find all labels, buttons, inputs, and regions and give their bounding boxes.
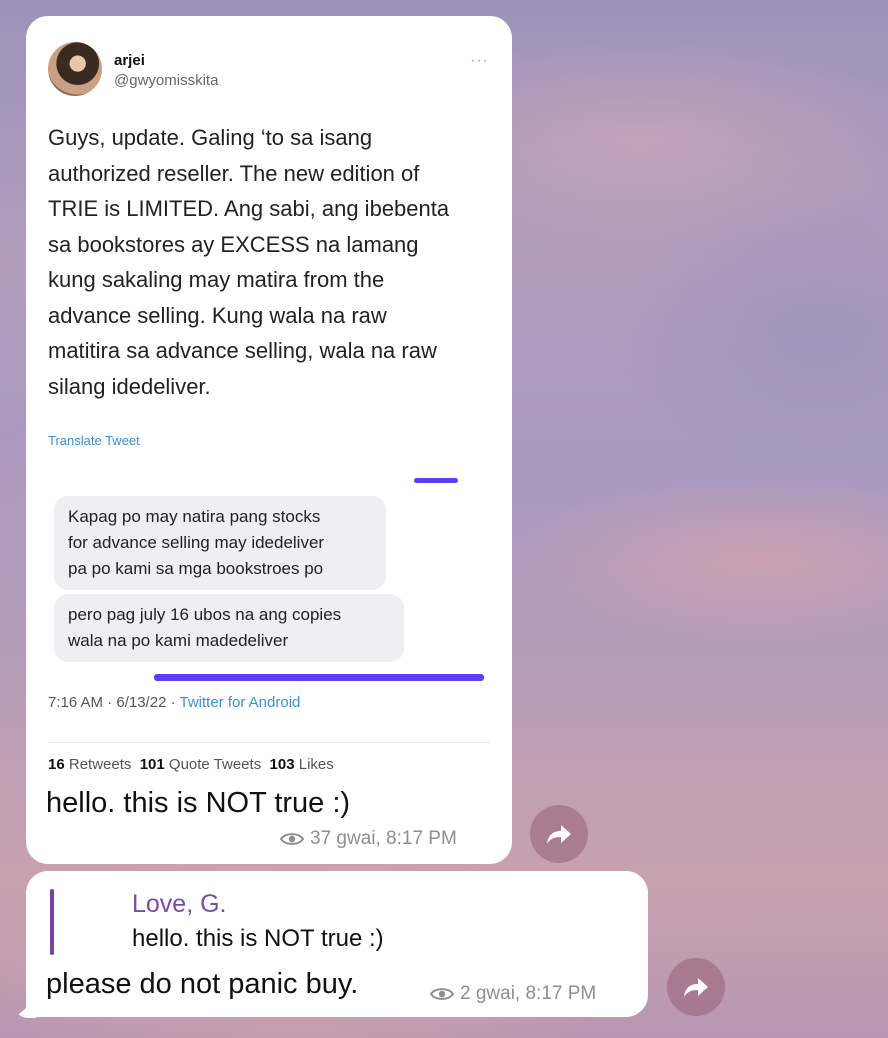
chat-line: wala na po kami madedeliver [68,631,289,650]
chat-line: for advance selling may idedeliver [68,533,325,552]
quotes-count: 101 [139,756,165,773]
message-meta: 2 gwai, 8:17 PM [430,983,596,1005]
tweet-time: 7:16 AM · 6/13/22 · [48,694,180,711]
reply-quote-bar [50,889,54,955]
retweets-label: Retweets [64,756,140,773]
tweet-line: matitira sa advance selling, wala na raw [48,338,437,363]
tweet-line: sa bookstores ay EXCESS na lamang [48,231,419,257]
reply-quoted-text[interactable]: hello. this is NOT true :) [132,925,384,953]
forward-icon [547,825,571,844]
tweet-line: silang idedeliver. [48,373,211,399]
message-text: please do not panic buy. [46,968,359,1000]
views-and-time: 37 gwai, 8:17 PM [310,828,457,849]
eye-icon [430,988,454,1000]
chat-bubble: pero pag july 16 ubos na ang copies wala… [54,594,404,662]
tweet-author-name: arjei [114,52,145,69]
views-and-time: 2 gwai, 8:17 PM [460,983,597,1004]
tweet-line: Guys, update. Galing ‘to sa isang [48,125,373,150]
retweets-count: 16 [48,756,65,773]
message-text: hello. this is NOT true :) [46,787,351,819]
chat-line: pa po kami sa mga bookstroes po [68,559,324,578]
tweet-body: Guys, update. Galing ‘to sa isang author… [48,120,488,404]
message-bubble-2[interactable]: Love, G. hello. this is NOT true :) plea… [26,871,648,1017]
tweet-stats: 16 Retweets 101 Quote Tweets 103 Likes [48,756,334,773]
likes-count: 103 [269,756,295,773]
divider [48,742,490,743]
tweet-meta: 7:16 AM · 6/13/22 · Twitter for Android [48,694,300,711]
embedded-chat-screenshot: Kapag po may natira pang stocks for adva… [54,456,494,682]
eye-icon [280,833,304,845]
chat-bubble: Kapag po may natira pang stocks for adva… [54,496,386,590]
message-bubble-1[interactable]: arjei @gwyomisskita ··· Guys, update. Ga… [26,16,512,864]
tweet-source: Twitter for Android [179,694,301,711]
reply-author[interactable]: Love, G. [132,890,227,919]
forward-button[interactable] [530,805,588,863]
chat-divider-top [414,478,458,483]
chat-line: pero pag july 16 ubos na ang copies [68,605,342,624]
translate-tweet-link: Translate Tweet [48,433,140,448]
avatar [48,42,102,96]
chat-line: Kapag po may natira pang stocks [68,507,321,526]
chat-divider-bottom [154,674,484,681]
tweet-line: advance selling. Kung wala na raw [48,302,387,328]
likes-label: Likes [294,756,334,773]
tweet-screenshot[interactable]: arjei @gwyomisskita ··· Guys, update. Ga… [26,16,512,786]
tweet-line: authorized reseller. The new edition of [48,160,420,186]
message-meta: 37 gwai, 8:17 PM [280,828,457,850]
forward-button[interactable] [667,958,725,1016]
more-icon: ··· [470,52,489,69]
forward-icon [684,978,708,997]
tweet-line: TRIE is LIMITED. Ang sabi, ang ibebenta [48,196,450,221]
quotes-label: Quote Tweets [164,756,270,773]
tweet-author-handle: @gwyomisskita [114,72,219,89]
tweet-line: kung sakaling may matira from the [48,267,385,292]
